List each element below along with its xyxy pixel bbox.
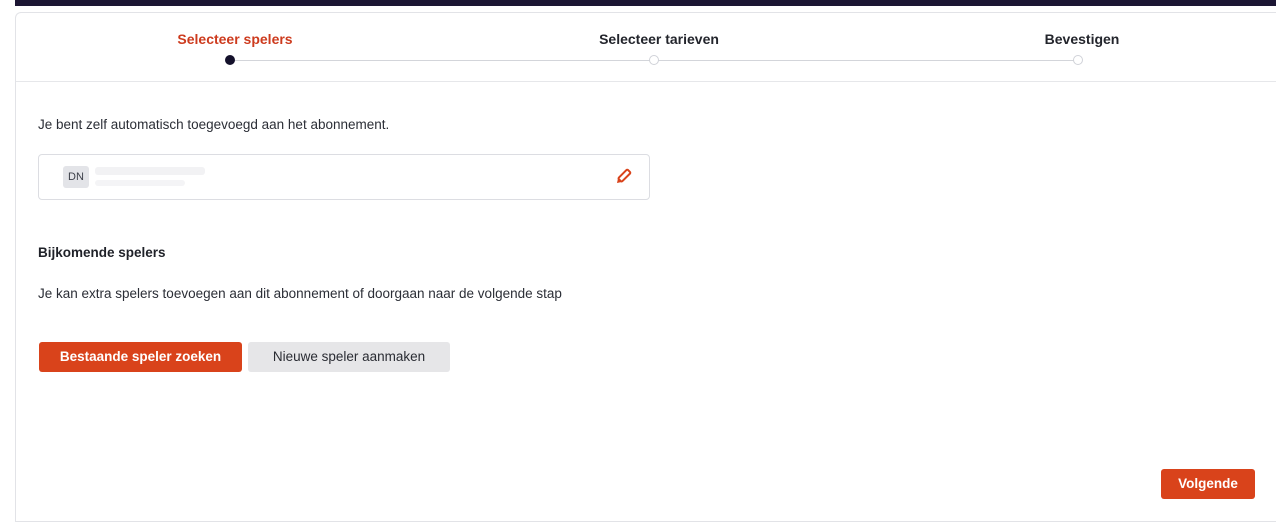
next-button[interactable]: Volgende — [1161, 469, 1255, 499]
avatar: DN — [63, 166, 89, 188]
wizard-card: Selecteer spelers Selecteer tarieven Bev… — [15, 12, 1276, 522]
create-new-player-button[interactable]: Nieuwe speler aanmaken — [248, 342, 450, 372]
step-connector-2 — [654, 60, 1078, 61]
step-dot-select-rates — [649, 55, 659, 65]
search-existing-player-button[interactable]: Bestaande speler zoeken — [39, 342, 242, 372]
step-confirm[interactable]: Bevestigen — [1045, 31, 1120, 47]
step-dot-select-players — [225, 55, 235, 65]
step-dot-confirm — [1073, 55, 1083, 65]
pencil-icon[interactable] — [613, 167, 633, 187]
stepper: Selecteer spelers Selecteer tarieven Bev… — [16, 13, 1276, 82]
additional-players-heading: Bijkomende spelers — [38, 245, 166, 260]
additional-players-text: Je kan extra spelers toevoegen aan dit a… — [38, 286, 562, 301]
player-name-redacted — [95, 167, 205, 175]
auto-added-text: Je bent zelf automatisch toegevoegd aan … — [38, 117, 390, 132]
player-detail-redacted — [95, 180, 185, 186]
step-select-players[interactable]: Selecteer spelers — [177, 31, 292, 47]
step-connector-1 — [230, 60, 654, 61]
top-navigation-bar — [15, 0, 1276, 6]
step-select-rates[interactable]: Selecteer tarieven — [599, 31, 719, 47]
current-player-card: DN — [38, 154, 650, 200]
